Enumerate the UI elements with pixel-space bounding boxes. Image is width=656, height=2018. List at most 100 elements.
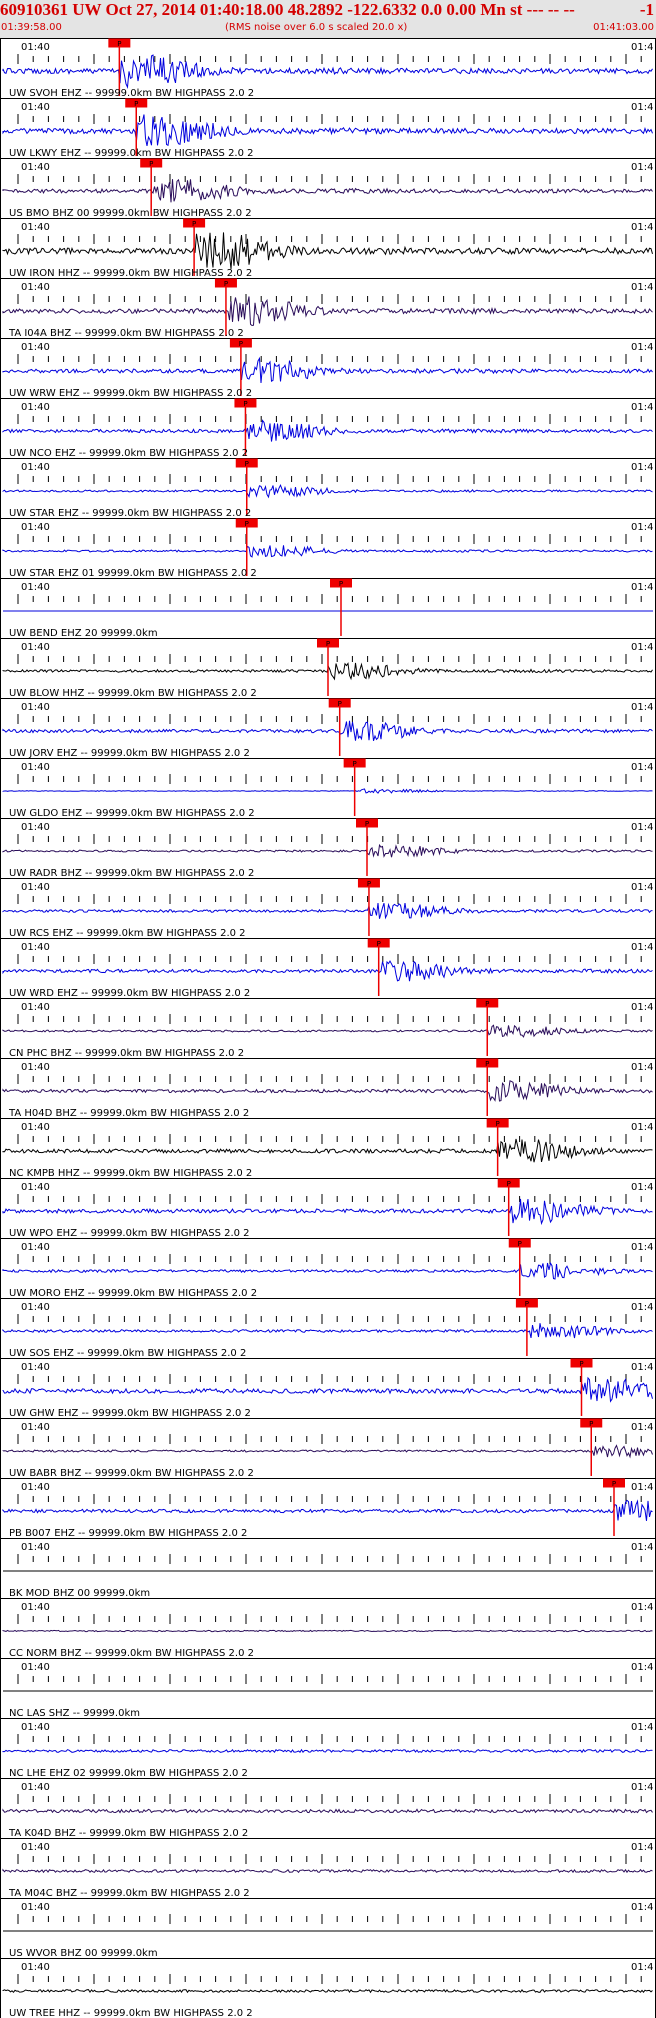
time-label-left: 01:40 [21,1842,50,1853]
event-title: 60910361 UW Oct 27, 2014 01:40:18.00 48.… [0,0,575,19]
station-label: UW STAR EHZ 01 99999.0km BW HIGHPASS 2.0… [9,568,257,579]
waveform [2,114,653,147]
station-label: NC KMPB HHZ -- 99999.0km BW HIGHPASS 2.0… [9,1168,252,1179]
time-label-right: 01:4 [631,162,653,173]
waveform [2,1323,653,1339]
pick-label: P [338,700,342,708]
time-label-right: 01:4 [631,1842,653,1853]
scale-note: (RMS noise over 6.0 s scaled 20.0 x) [225,22,408,33]
trace-row: 01:40 01:4 P US BMO BHZ 00 99999.0km BW HIG… [0,158,656,219]
event-title-suffix: -1 [639,0,654,19]
time-label-left: 01:40 [21,42,50,53]
waveform [2,1988,653,1994]
time-label-left: 01:40 [21,162,50,173]
time-label-right: 01:4 [631,222,653,233]
trace-row: 01:40 01:4 TA M04C BHZ -- 99999.0km BW HIG… [0,1838,656,1899]
station-label: UW NCO EHZ -- 99999.0km BW HIGHPASS 2.0 … [9,448,248,459]
time-label-right: 01:4 [631,282,653,293]
time-label-right: 01:4 [631,1602,653,1613]
time-label-left: 01:40 [21,942,50,953]
time-label-left: 01:40 [21,1482,50,1493]
time-label-right: 01:4 [631,1482,653,1493]
trace-row: 01:40 01:4 P UW STAR EHZ 01 99999.0km BW HI… [0,518,656,579]
seismogram-plot: 01:40 01:4 P UW SVOH EHZ -- 99999.0km BW HI… [0,38,656,2018]
trace-row: 01:40 01:4 P UW SOS EHZ -- 99999.0km BW HIG… [0,1298,656,1359]
header-bar: 60910361 UW Oct 27, 2014 01:40:18.00 48.… [0,0,656,38]
trace-row: 01:40 01:4 CC NORM BHZ -- 99999.0km BW HIG… [0,1598,656,1659]
waveform [2,232,653,270]
time-label-right: 01:4 [631,522,653,533]
time-label-right: 01:4 [631,822,653,833]
waveform [2,1024,653,1038]
start-time: 01:39:58.00 [1,22,62,33]
pick-label: P [579,1360,583,1368]
time-label-left: 01:40 [21,582,50,593]
pick-label: P [339,580,343,588]
time-label-right: 01:4 [631,642,653,653]
station-label: UW SVOH EHZ -- 99999.0km BW HIGHPASS 2.0… [9,88,254,99]
trace-row: 01:40 01:4 P UW BLOW HHZ -- 99999.0km BW HI… [0,638,656,699]
station-label: NC LAS SHZ -- 99999.0km [9,1708,140,1719]
pick-label: P [507,1180,511,1188]
trace-row: 01:40 01:4 P UW STAR EHZ -- 99999.0km BW HI… [0,458,656,519]
time-label-left: 01:40 [21,1302,50,1313]
time-label-left: 01:40 [21,1782,50,1793]
pick-label: P [192,220,196,228]
trace-row: 01:40 01:4 P PB B007 EHZ -- 99999.0km BW HI… [0,1478,656,1539]
station-label: UW BABR BHZ -- 99999.0km BW HIGHPASS 2.0… [9,1468,254,1479]
station-label: PB B007 EHZ -- 99999.0km BW HIGHPASS 2.0… [9,1528,247,1539]
time-label-right: 01:4 [631,1122,653,1133]
time-label-right: 01:4 [631,42,653,53]
trace-row: 01:40 01:4 P UW RADR BHZ -- 99999.0km BW HI… [0,818,656,879]
station-label: CN PHC BHZ -- 99999.0km BW HIGHPASS 2.0 … [9,1048,244,1059]
pick-label: P [243,400,247,408]
pick-label: P [245,520,249,528]
time-label-left: 01:40 [21,1602,50,1613]
trace-row: 01:40 01:4 P UW GHW EHZ -- 99999.0km BW HIG… [0,1358,656,1419]
waveform [2,545,653,558]
time-label-right: 01:4 [631,1302,653,1313]
time-label-right: 01:4 [631,1542,653,1553]
time-label-left: 01:40 [21,1122,50,1133]
waveform [2,1868,653,1874]
time-label-left: 01:40 [21,882,50,893]
trace-row: 01:40 01:4 UW TREE HHZ -- 99999.0km BW HIG… [0,1958,656,2018]
station-label: UW IRON HHZ -- 99999.0km BW HIGHPASS 2.0… [9,268,252,279]
station-label: UW STAR EHZ -- 99999.0km BW HIGHPASS 2.0… [9,508,251,519]
station-label: UW GHW EHZ -- 99999.0km BW HIGHPASS 2.0 … [9,1408,251,1419]
time-label-left: 01:40 [21,342,50,353]
station-label: UW RADR BHZ -- 99999.0km BW HIGHPASS 2.0… [9,868,254,879]
trace-row: 01:40 01:4 P TA I04A BHZ -- 99999.0km BW HI… [0,278,656,339]
trace-row: 01:40 01:4 NC LHE EHZ 02 99999.0km BW HIGH… [0,1718,656,1779]
pick-label: P [365,820,369,828]
time-label-left: 01:40 [21,1542,50,1553]
time-label-right: 01:4 [631,942,653,953]
station-label: BK MOD BHZ 00 99999.0km [9,1588,150,1599]
station-label: UW BEND EHZ 20 99999.0km [9,628,158,639]
station-label: UW TREE HHZ -- 99999.0km BW HIGHPASS 2.0… [9,2008,253,2018]
trace-row: 01:40 01:4 P UW WRD EHZ -- 99999.0km BW HIG… [0,938,656,999]
trace-row: 01:40 01:4 P UW BEND EHZ 20 99999.0km [0,578,656,639]
pick-label: P [117,40,121,48]
station-label: UW WRD EHZ -- 99999.0km BW HIGHPASS 2.0 … [9,988,250,999]
waveform [2,1499,653,1521]
pick-label: P [612,1480,616,1488]
time-label-right: 01:4 [631,342,653,353]
time-label-left: 01:40 [21,522,50,533]
time-label-right: 01:4 [631,762,653,773]
trace-row: 01:40 01:4 P UW LKWY EHZ -- 99999.0km BW HI… [0,98,656,159]
time-label-right: 01:4 [631,702,653,713]
time-label-left: 01:40 [21,762,50,773]
time-label-left: 01:40 [21,1362,50,1373]
time-label-left: 01:40 [21,282,50,293]
trace-row: 01:40 01:4 P UW WRW EHZ -- 99999.0km BW HIG… [0,338,656,399]
time-label-left: 01:40 [21,1722,50,1733]
waveform [2,1748,653,1754]
station-label: TA M04C BHZ -- 99999.0km BW HIGHPASS 2.0… [8,1888,250,1899]
pick-label: P [149,160,153,168]
station-label: TA H04D BHZ -- 99999.0km BW HIGHPASS 2.0… [8,1108,249,1119]
pick-label: P [485,1060,489,1068]
trace-row: 01:40 01:4 P UW MORO EHZ -- 99999.0km BW HI… [0,1238,656,1299]
time-label-left: 01:40 [21,402,50,413]
waveform [2,843,653,858]
